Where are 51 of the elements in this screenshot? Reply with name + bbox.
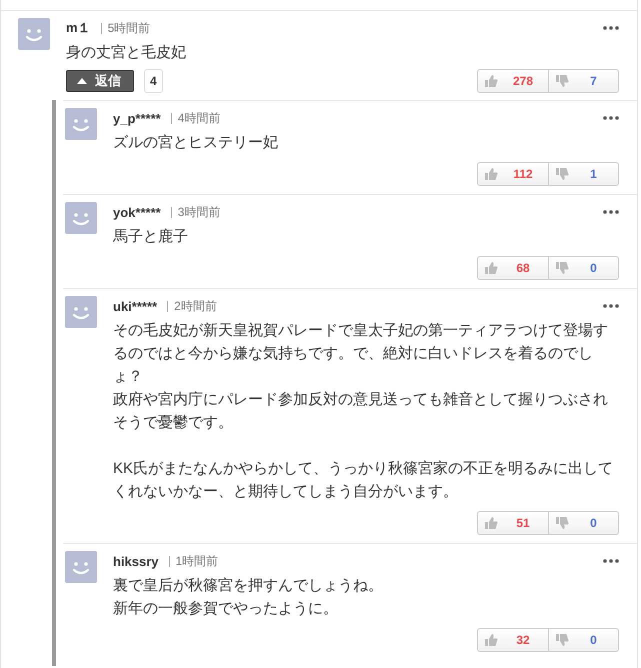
- dislike-button[interactable]: 0: [548, 257, 618, 279]
- more-icon[interactable]: [603, 559, 619, 563]
- thumbs-down-icon: [555, 516, 569, 530]
- thumbs-up-icon: [484, 516, 498, 530]
- comment-line: 馬子と鹿子: [113, 227, 189, 247]
- thumbs-down-icon: [555, 633, 569, 647]
- thumbs-down-icon: [555, 261, 569, 275]
- like-button[interactable]: 68: [478, 257, 548, 279]
- more-icon[interactable]: [603, 116, 619, 120]
- comment-line: ズルの宮とヒステリー妃: [113, 133, 279, 153]
- avatar-icon: [65, 551, 97, 583]
- username: hikssry: [113, 554, 159, 568]
- reply-button[interactable]: 返信: [66, 70, 134, 92]
- comment-line: 新年の一般参賀でやったように。: [113, 599, 339, 619]
- caret-icon: [77, 78, 87, 84]
- post-time: 5時間前: [100, 22, 150, 34]
- avatar-icon: [65, 108, 97, 140]
- thumbs-up-icon: [484, 74, 498, 88]
- dislike-button[interactable]: 1: [548, 163, 618, 185]
- thumbs-down-icon: [555, 167, 569, 181]
- thumbs-down-icon: [555, 74, 569, 88]
- thumbs-up-icon: [484, 261, 498, 275]
- dislike-button[interactable]: 0: [548, 512, 618, 534]
- dislike-button[interactable]: 7: [548, 70, 618, 92]
- more-icon[interactable]: [603, 26, 619, 30]
- username: uki*****: [113, 298, 158, 314]
- comment-line: 裏で皇后が秋篠宮を押すんでしょうね。: [113, 576, 384, 596]
- more-icon[interactable]: [603, 304, 619, 308]
- post-time: 3時間前: [170, 206, 220, 218]
- comment-line: 身の丈宮と毛皮妃: [66, 43, 187, 63]
- avatar-icon: [18, 18, 50, 50]
- like-button[interactable]: 51: [478, 512, 548, 534]
- avatar-icon: [65, 202, 97, 234]
- like-button[interactable]: 32: [478, 629, 548, 651]
- post-time: 1時間前: [168, 556, 218, 566]
- dislike-button[interactable]: 0: [548, 629, 618, 651]
- username: m１: [66, 19, 91, 37]
- username: yok*****: [113, 204, 161, 220]
- thumbs-up-icon: [484, 633, 498, 647]
- comment-line: KK氏がまたなんかやらかして、うっかり秋篠宮家の不正を明るみに出してくれないかなー、と期待してしまう自分がいます。: [113, 459, 614, 502]
- username: y_p*****: [113, 110, 161, 126]
- like-button[interactable]: 278: [478, 70, 548, 92]
- reply-count: 4: [144, 69, 163, 93]
- post-time: 4時間前: [170, 112, 220, 124]
- thumbs-up-icon: [484, 167, 498, 181]
- like-button[interactable]: 112: [478, 163, 548, 185]
- comment-line: 政府や宮内庁にパレード参加反対の意見送っても雑音として握りつぶされそうで憂鬱です。: [113, 390, 609, 433]
- comment-line: その毛皮妃が新天皇祝賀パレードで皇太子妃の第一ティアラつけて登場するのではと今から嫌な気持ちです。で、絶対に白いドレスを着るのでしょ？: [113, 321, 609, 387]
- avatar-icon: [65, 296, 97, 328]
- more-icon[interactable]: [603, 210, 619, 214]
- post-time: 2時間前: [167, 300, 217, 312]
